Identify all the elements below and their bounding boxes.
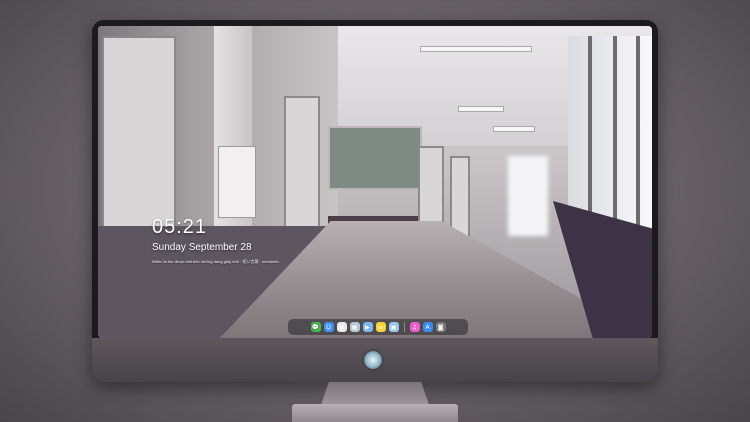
desktop-screen: 05:21 Sunday September 28 Nhiều lá thư đ… — [98, 26, 652, 338]
wallpaper-board — [328, 126, 422, 190]
appstore-icon[interactable]: A — [422, 322, 433, 332]
preview-icon[interactable]: ▦ — [349, 322, 360, 332]
ceiling-light — [493, 126, 535, 132]
itunes-icon[interactable]: ♫ — [409, 322, 420, 332]
chrome-icon[interactable]: ◉ — [336, 322, 347, 332]
window-frame — [613, 36, 617, 236]
window-frame — [588, 36, 592, 236]
lock-note: Nhiều lá thư được viết trên những trang … — [152, 259, 279, 264]
dock: 💬 ☺ ◉ ▦ ▶ ≡ ▣ ♫ A ◙ — [288, 319, 468, 335]
wallpaper-far-light — [508, 156, 548, 236]
dock-separator — [403, 322, 405, 332]
messages-icon[interactable]: 💬 — [310, 322, 321, 332]
lock-clock: 05:21 — [152, 216, 208, 238]
ceiling-light — [458, 106, 504, 112]
video-icon[interactable]: ▶ — [362, 322, 373, 332]
photos-icon[interactable]: ▣ — [388, 322, 399, 332]
brand-logo-icon — [364, 351, 382, 369]
notes-icon[interactable]: ≡ — [375, 322, 386, 332]
wallpaper-notice-paper — [218, 146, 256, 218]
monitor-chin — [92, 338, 658, 382]
window-frame — [636, 36, 640, 236]
finder-icon[interactable]: ☺ — [323, 322, 334, 332]
lock-date: Sunday September 28 — [152, 242, 252, 253]
monitor: 05:21 Sunday September 28 Nhiều lá thư đ… — [92, 20, 658, 382]
monitor-stand-base — [292, 404, 458, 422]
ceiling-light — [420, 46, 532, 52]
camera-icon[interactable]: ◙ — [435, 322, 446, 332]
